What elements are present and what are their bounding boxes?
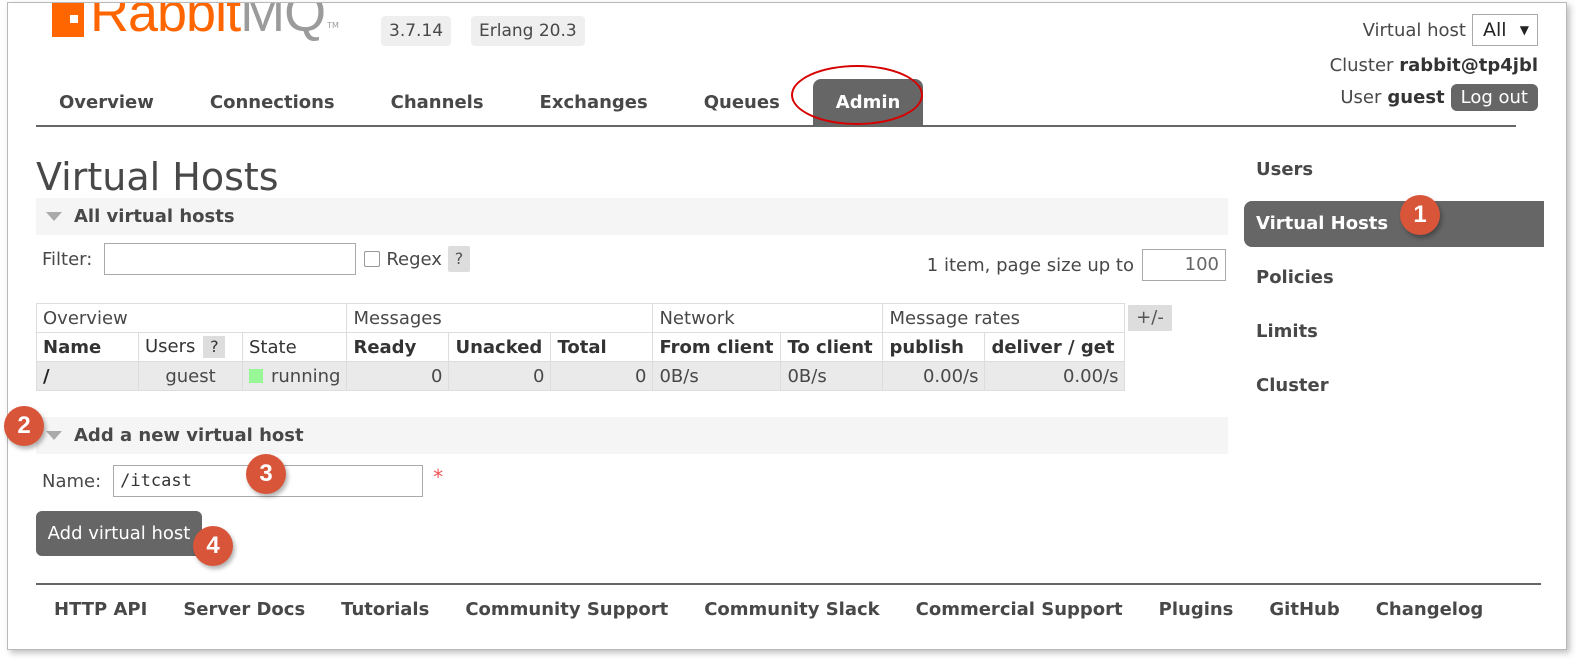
tab-queues[interactable]: Queues xyxy=(681,79,803,125)
cell-users: guest xyxy=(138,361,243,391)
filter-row: Filter: Regex ? xyxy=(42,243,470,275)
virtual-host-label: Virtual host xyxy=(1362,19,1466,41)
table-row[interactable]: / guest running 0 0 0 0B/s 0B/s 0.00/s 0… xyxy=(36,361,1126,391)
cell-publish: 0.00/s xyxy=(882,361,986,391)
sidebar-item-cluster[interactable]: Cluster xyxy=(1256,375,1329,396)
sidebar-item-virtual-hosts[interactable]: Virtual Hosts xyxy=(1244,201,1544,247)
add-virtual-host-button[interactable]: Add virtual host xyxy=(36,511,202,556)
column-header-publish[interactable]: publish xyxy=(882,332,986,362)
cell-unacked: 0 xyxy=(448,361,552,391)
column-header-total[interactable]: Total xyxy=(550,332,654,362)
cell-state: running xyxy=(241,361,348,391)
chevron-down-icon: ▼ xyxy=(1519,23,1529,37)
tab-exchanges[interactable]: Exchanges xyxy=(517,79,671,125)
add-virtual-host-section-header[interactable]: Add a new virtual host xyxy=(36,417,1228,454)
group-header-messages: Messages xyxy=(346,303,654,333)
regex-label: Regex xyxy=(386,248,442,270)
section-title: All virtual hosts xyxy=(74,206,235,227)
cell-ready: 0 xyxy=(346,361,450,391)
cell-total: 0 xyxy=(550,361,654,391)
column-header-to-client[interactable]: To client xyxy=(780,332,884,362)
group-header-overview: Overview xyxy=(35,303,348,333)
footer-link-community-support[interactable]: Community Support xyxy=(447,599,686,620)
cell-from-client: 0B/s xyxy=(652,361,782,391)
filter-label: Filter: xyxy=(42,248,93,270)
users-help-button[interactable]: ? xyxy=(203,336,226,358)
regex-checkbox[interactable] xyxy=(364,251,381,267)
section-title: Add a new virtual host xyxy=(74,425,304,446)
sidebar-item-users[interactable]: Users xyxy=(1256,159,1313,180)
footer-link-community-slack[interactable]: Community Slack xyxy=(686,599,897,620)
footer-link-plugins[interactable]: Plugins xyxy=(1141,599,1252,620)
callout-badge-1: 1 xyxy=(1400,195,1440,235)
cell-to-client: 0B/s xyxy=(780,361,884,391)
main-nav: Overview Connections Channels Exchanges … xyxy=(36,79,1516,127)
virtual-host-select[interactable]: All ▼ xyxy=(1472,14,1538,46)
regex-help-button[interactable]: ? xyxy=(447,246,470,272)
collapse-triangle-icon xyxy=(46,212,62,221)
tab-overview[interactable]: Overview xyxy=(36,79,177,125)
paging-info: 1 item, page size up to 100 xyxy=(927,249,1226,281)
footer-link-commercial-support[interactable]: Commercial Support xyxy=(898,599,1141,620)
cluster-info: Cluster rabbit@tp4jbl xyxy=(1330,55,1538,76)
cluster-label: Cluster xyxy=(1329,55,1394,76)
column-header-unacked[interactable]: Unacked xyxy=(448,332,552,362)
footer-link-changelog[interactable]: Changelog xyxy=(1358,599,1502,620)
footer-link-github[interactable]: GitHub xyxy=(1251,599,1357,620)
virtual-hosts-table: Overview Messages Network Message rates … xyxy=(35,303,1126,391)
footer-link-tutorials[interactable]: Tutorials xyxy=(323,599,447,620)
logo-trademark: TM xyxy=(327,20,339,30)
vhost-name-link[interactable]: / xyxy=(36,361,139,391)
virtual-host-selector: Virtual host All ▼ xyxy=(1363,14,1538,46)
tab-connections[interactable]: Connections xyxy=(187,79,358,125)
annotation-circle xyxy=(791,65,923,125)
callout-badge-2: 2 xyxy=(4,406,44,446)
name-label: Name: xyxy=(42,470,102,492)
footer-links: HTTP API Server Docs Tutorials Community… xyxy=(36,583,1541,620)
callout-badge-4: 4 xyxy=(193,526,233,566)
callout-badge-3: 3 xyxy=(246,454,286,494)
column-header-users[interactable]: Users? xyxy=(138,332,243,362)
filter-input[interactable] xyxy=(104,243,357,275)
all-virtual-hosts-section-header[interactable]: All virtual hosts xyxy=(36,198,1228,235)
rabbitmq-logo[interactable]: RabbitMQ TM xyxy=(52,2,339,43)
sidebar-item-policies[interactable]: Policies xyxy=(1256,267,1334,288)
column-header-state[interactable]: State xyxy=(241,332,348,362)
page-title: Virtual Hosts xyxy=(36,155,279,199)
cell-deliver-get: 0.00/s xyxy=(984,361,1126,391)
footer-link-server-docs[interactable]: Server Docs xyxy=(165,599,323,620)
group-header-message-rates: Message rates xyxy=(882,303,1126,333)
erlang-badge: Erlang 20.3 xyxy=(471,16,585,46)
cluster-name: rabbit@tp4jbl xyxy=(1399,55,1538,76)
tab-channels[interactable]: Channels xyxy=(368,79,507,125)
column-header-from-client[interactable]: From client xyxy=(652,332,782,362)
column-header-name[interactable]: Name xyxy=(36,332,139,362)
sidebar-item-limits[interactable]: Limits xyxy=(1256,321,1318,342)
paging-text: 1 item, page size up to xyxy=(926,254,1134,276)
virtual-host-value: All xyxy=(1483,19,1507,41)
logo-text: RabbitMQ xyxy=(90,2,326,43)
name-row: Name: /itcast * xyxy=(42,465,443,497)
collapse-triangle-icon xyxy=(46,431,62,440)
column-header-deliver-get[interactable]: deliver / get xyxy=(984,332,1126,362)
browser-frame: RabbitMQ TM 3.7.14 Erlang 20.3 Virtual h… xyxy=(7,2,1567,650)
footer-link-http-api[interactable]: HTTP API xyxy=(36,599,165,620)
page-size-input[interactable]: 100 xyxy=(1142,249,1226,281)
table-header-row: Name Users? State Ready Unacked Total Fr… xyxy=(36,332,1126,362)
version-badge: 3.7.14 xyxy=(381,16,452,46)
rabbitmq-logo-icon xyxy=(52,3,84,37)
required-mark: * xyxy=(433,465,444,489)
column-toggle-button[interactable]: +/- xyxy=(1128,305,1172,331)
column-header-ready[interactable]: Ready xyxy=(346,332,450,362)
running-status-indicator xyxy=(249,368,263,383)
group-header-network: Network xyxy=(652,303,884,333)
table-group-row: Overview Messages Network Message rates xyxy=(35,303,1126,333)
